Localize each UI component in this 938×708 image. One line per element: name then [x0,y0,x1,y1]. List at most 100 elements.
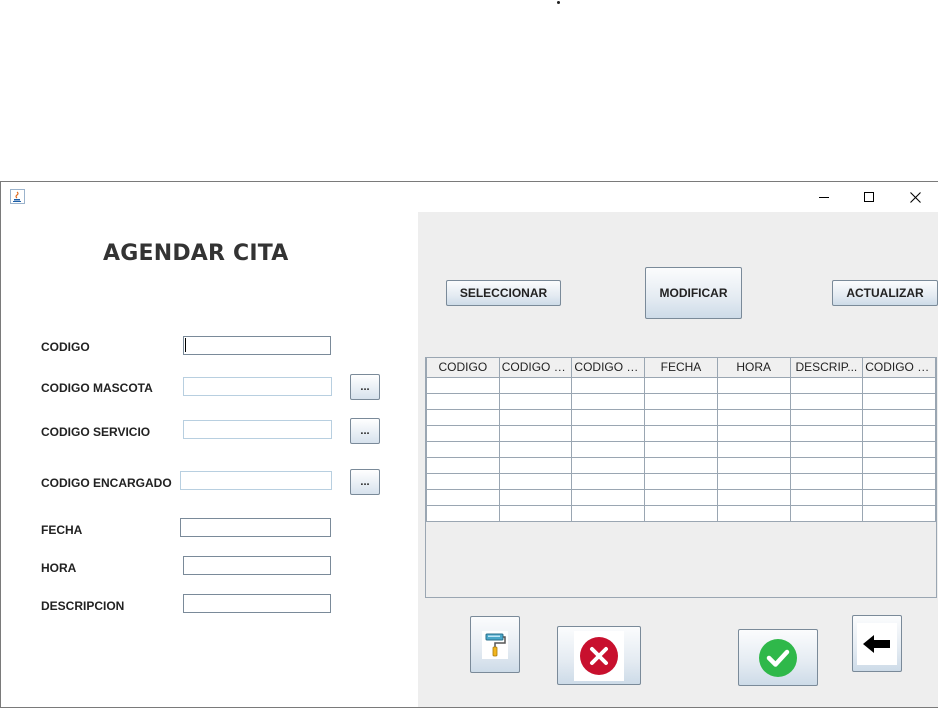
actualizar-button[interactable]: ACTUALIZAR [832,280,938,306]
table-cell[interactable] [644,440,718,458]
table-row[interactable] [426,472,936,490]
table-cell[interactable] [644,392,718,410]
table-cell[interactable] [789,488,864,506]
table-cell[interactable] [426,424,500,442]
table-cell[interactable] [498,472,573,490]
table-cell[interactable] [716,440,791,458]
column-header[interactable]: DESCRIP... [789,358,864,378]
title-bar[interactable] [1,182,938,212]
table-cell[interactable] [789,424,864,442]
table-cell[interactable] [426,504,500,522]
table-row[interactable] [426,392,936,410]
table-cell[interactable] [571,376,646,394]
table-cell[interactable] [571,456,646,474]
table-cell[interactable] [862,488,936,506]
table-cell[interactable] [862,408,936,426]
table-cell[interactable] [716,424,791,442]
table-cell[interactable] [571,472,646,490]
table-row[interactable] [426,504,936,522]
seleccionar-button[interactable]: SELECCIONAR [446,280,561,306]
table-cell[interactable] [498,408,573,426]
codigo-servicio-input[interactable] [183,420,332,439]
table-cell[interactable] [644,472,718,490]
table-cell[interactable] [644,456,718,474]
column-header[interactable]: FECHA [644,358,718,378]
table-cell[interactable] [716,408,791,426]
table-cell[interactable] [426,488,500,506]
cancel-button[interactable] [557,626,641,685]
maximize-button[interactable] [846,182,892,212]
table-cell[interactable] [426,440,500,458]
table-cell[interactable] [716,376,791,394]
table-cell[interactable] [571,504,646,522]
close-button[interactable] [892,182,938,212]
table-cell[interactable] [862,504,936,522]
table-cell[interactable] [862,424,936,442]
table-cell[interactable] [498,440,573,458]
table-cell[interactable] [862,456,936,474]
table-cell[interactable] [789,472,864,490]
table-cell[interactable] [789,392,864,410]
table-cell[interactable] [644,376,718,394]
table-row[interactable] [426,440,936,458]
clear-button[interactable] [470,616,520,673]
hora-input[interactable] [183,556,331,575]
browse-encargado-button[interactable]: ... [350,469,380,495]
column-header[interactable]: CODIGO [426,358,500,378]
table-cell[interactable] [716,392,791,410]
table-row[interactable] [426,424,936,442]
browse-servicio-button[interactable]: ... [350,418,380,444]
table-cell[interactable] [571,424,646,442]
table-row[interactable] [426,488,936,506]
table-cell[interactable] [862,376,936,394]
table-cell[interactable] [498,376,573,394]
table-cell[interactable] [498,504,573,522]
table-cell[interactable] [862,472,936,490]
table-cell[interactable] [426,456,500,474]
table-cell[interactable] [644,504,718,522]
table-cell[interactable] [426,376,500,394]
table-cell[interactable] [571,440,646,458]
table-cell[interactable] [498,456,573,474]
fecha-input[interactable] [180,518,331,537]
minimize-button[interactable] [801,182,847,212]
table-cell[interactable] [862,440,936,458]
table-cell[interactable] [571,408,646,426]
table-body[interactable] [426,376,936,522]
table-cell[interactable] [789,376,864,394]
table-cell[interactable] [426,392,500,410]
table-cell[interactable] [789,504,864,522]
table-cell[interactable] [498,392,573,410]
table-cell[interactable] [571,392,646,410]
back-button[interactable] [852,615,902,672]
table-cell[interactable] [426,408,500,426]
table-cell[interactable] [716,472,791,490]
table-cell[interactable] [644,424,718,442]
table-cell[interactable] [862,392,936,410]
table-cell[interactable] [426,472,500,490]
table-cell[interactable] [498,488,573,506]
table-cell[interactable] [716,488,791,506]
table-row[interactable] [426,456,936,474]
appointments-table[interactable]: CODIGO CODIGO M... CODIGO S... FECHA HOR… [425,357,937,598]
table-cell[interactable] [789,456,864,474]
table-cell[interactable] [498,424,573,442]
table-cell[interactable] [789,408,864,426]
browse-mascota-button[interactable]: ... [350,374,380,400]
table-row[interactable] [426,376,936,394]
table-cell[interactable] [644,408,718,426]
descripcion-input[interactable] [183,594,331,613]
confirm-button[interactable] [738,629,818,686]
column-header[interactable]: CODIGO V... [862,358,936,378]
modificar-button[interactable]: MODIFICAR [645,267,742,319]
table-cell[interactable] [716,504,791,522]
table-row[interactable] [426,408,936,426]
column-header[interactable]: CODIGO S... [571,358,646,378]
table-cell[interactable] [571,488,646,506]
table-cell[interactable] [644,488,718,506]
codigo-mascota-input[interactable] [183,377,332,396]
table-cell[interactable] [789,440,864,458]
codigo-input[interactable] [183,336,331,355]
column-header[interactable]: HORA [716,358,791,378]
column-header[interactable]: CODIGO M... [498,358,573,378]
